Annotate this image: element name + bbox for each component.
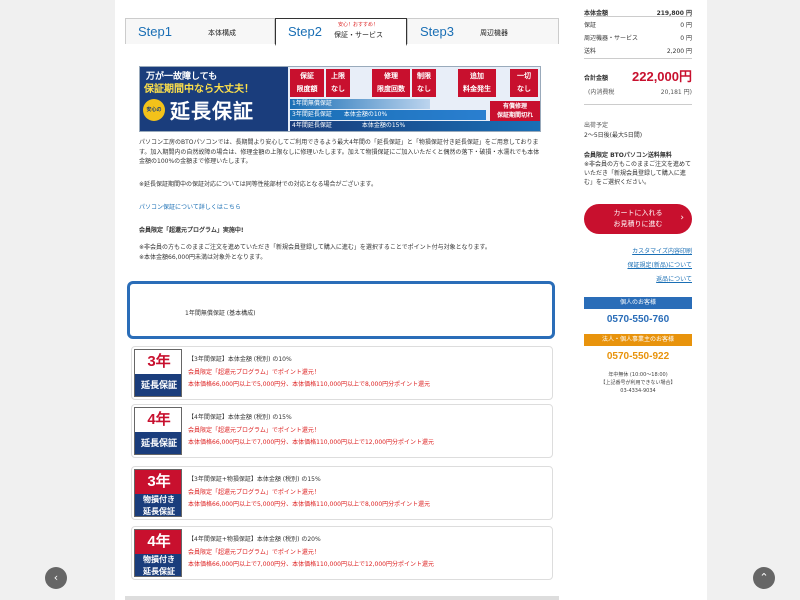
member-heading: 会員限定「超還元プログラム」実施中!	[139, 227, 244, 234]
warranty-details-link[interactable]: パソコン保証について詳しくはこちら	[139, 202, 241, 211]
warranty-option-3yr[interactable]: 3年 延長保証 【3年間保証】本体金額 (税別) の10% 会員限定「超還元プロ…	[131, 346, 553, 400]
banner-badge-4: 制限 なし	[412, 69, 436, 97]
contact-personal-header: 個人のお客様	[584, 297, 692, 309]
warranty-option-4yr-damage[interactable]: 4年 物損付き 延長保証 【4年間保証+物損保証】本体金額 (税別) の20% 会…	[131, 526, 553, 580]
banner-bar-3: 4年間延長保証 本体金額の15%	[290, 121, 540, 131]
option-points: 本体価格66,000円以上で7,000円分、本体価格110,000円以上で12,…	[188, 561, 434, 568]
option-default-label: 1年間無償保証 (基本構成)	[185, 310, 256, 317]
banner-main-title: 延長保証	[170, 99, 254, 123]
price-sidebar: 本体金額 219,800 円 保証 0 円 周辺機器・サービス 0 円 送料 2,200…	[584, 0, 692, 600]
divider	[584, 104, 692, 105]
tab-step2-label: 保証・サービス	[334, 31, 383, 39]
ship-label: 出荷予定	[584, 122, 609, 129]
warranty-4yr-image: 4年 延長保証	[134, 407, 182, 455]
price-row-warranty: 保証 0 円	[584, 22, 692, 29]
banner-safe-badge: 安心の	[143, 99, 165, 121]
main-content: Step1 本体構成 Step2 安心！おすすめ！ 保証・サービス Step3 …	[125, 0, 559, 600]
option-promo: 会員限定「超還元プログラム」でポイント還元！	[188, 369, 320, 376]
option-promo: 会員限定「超還元プログラム」でポイント還元！	[188, 549, 320, 556]
option-points: 本体価格66,000円以上で5,000円分、本体価格110,000円以上で8,0…	[188, 381, 431, 388]
minimum-note: ※本体金額66,000円未満は対象外となります。	[139, 254, 267, 261]
chevron-right-icon: ›	[680, 213, 684, 223]
warranty-banner: 万が一故障しても 保証期間中なら大丈夫！ 安心の 延長保証 保証 限度額 上限 なし…	[139, 66, 541, 132]
warranty-3yr-damage-image: 3年 物損付き 延長保証	[134, 469, 182, 517]
banner-bar-2: 3年間延長保証 本体金額の10%	[290, 110, 486, 120]
banner-badge-3: 修理 限度回数	[372, 69, 410, 97]
warranty-terms-link[interactable]: 保証規定(新品)について	[627, 260, 692, 269]
hours-text: 年中無休 (10:00～18:00)	[608, 372, 668, 378]
option-title: 【3年間保証】本体金額 (税別) の10%	[188, 356, 292, 363]
warranty-3yr-image: 3年 延長保証	[134, 349, 182, 397]
tax-label: (内消費税	[588, 89, 615, 96]
option-title: 【3年間保証+物損保証】本体金額 (税別) の15%	[188, 476, 321, 483]
price-row-shipping: 送料 2,200 円	[584, 48, 692, 55]
returns-link[interactable]: 返品について	[656, 274, 692, 283]
tab-step3-number: Step3	[420, 24, 454, 39]
divider	[584, 58, 692, 59]
warranty-option-3yr-damage[interactable]: 3年 物損付き 延長保証 【3年間保証+物損保証】本体金額 (税別) の15% 会…	[131, 466, 553, 520]
add-to-cart-button[interactable]: カートに入れる お見積りに進む ›	[584, 204, 692, 234]
banner-bar-1: 1年間無償保証	[290, 99, 430, 109]
option-title: 【4年間保証+物損保証】本体金額 (税別) の20%	[188, 536, 321, 543]
contact-business-header: 法人・個人事業主のお客様	[584, 334, 692, 346]
alt-number-note: 【上記番号が利用できない場合】	[600, 380, 676, 386]
option-points: 本体価格66,000円以上で5,000円分、本体価格110,000円以上で8,0…	[188, 501, 431, 508]
print-customize-link[interactable]: カスタマイズ内容印刷	[632, 246, 692, 255]
total-label: 合計金額	[584, 75, 609, 82]
note-paragraph: ※延長保証期間中の保証対応については同等性能部材での対応となる場合がございます。	[139, 181, 377, 188]
tab-step3-label: 周辺機器	[480, 29, 508, 37]
banner-line2: 保証期間中なら大丈夫！	[144, 84, 254, 95]
tab-step1-number: Step1	[138, 24, 172, 39]
price-row-peripherals: 周辺機器・サービス 0 円	[584, 35, 692, 42]
alt-number: 03-4334-9034	[620, 388, 656, 394]
total-value: 222,000円	[632, 69, 692, 84]
ship-value: 2～5日後(最大5日間)	[584, 132, 643, 139]
tax-value: 20,181 円)	[660, 89, 692, 96]
banner-badge-5: 追加 料金発生	[458, 69, 496, 97]
banner-end-box: 有償修理 保証期間切れ	[490, 101, 540, 121]
option-points: 本体価格66,000円以上で7,000円分、本体価格110,000円以上で12,…	[188, 439, 434, 446]
tab-step2-number: Step2	[288, 24, 322, 39]
option-promo: 会員限定「超還元プログラム」でポイント還元！	[188, 427, 320, 434]
intro-paragraph: パソコン工房のBTOパソコンでは、長期間より安心してご利用できるよう最大4年間の…	[139, 139, 540, 165]
banner-badge-1: 保証 限度額	[290, 69, 324, 97]
banner-badge-2: 上限 なし	[326, 69, 350, 97]
tab-step1-label: 本体構成	[208, 29, 236, 37]
bottom-divider	[125, 596, 559, 600]
banner-left-panel: 万が一故障しても 保証期間中なら大丈夫！ 安心の 延長保証	[140, 67, 288, 131]
contact-business-number[interactable]: 0570-550-922	[584, 351, 692, 362]
prev-arrow-icon[interactable]: ‹	[45, 567, 67, 589]
option-promo: 会員限定「超還元プログラム」でポイント還元！	[188, 489, 320, 496]
step-tabs: Step1 本体構成 Step2 安心！おすすめ！ 保証・サービス Step3 …	[125, 18, 559, 46]
scroll-top-icon[interactable]: ⌃	[753, 567, 775, 589]
tab-step2[interactable]: Step2 安心！おすすめ！ 保証・サービス	[275, 18, 407, 46]
banner-badge-6: 一切 なし	[510, 69, 538, 97]
tab-step1[interactable]: Step1 本体構成	[125, 18, 275, 44]
divider	[584, 16, 692, 17]
free-shipping-title: 会員限定 BTOパソコン送料無料	[584, 152, 672, 159]
tab-step2-badge: 安心！おすすめ！	[338, 22, 379, 28]
warranty-option-4yr[interactable]: 4年 延長保証 【4年間保証】本体金額 (税別) の15% 会員限定「超還元プロ…	[131, 404, 553, 458]
free-shipping-text: ※非会員の方もこのままご注文を進めていただき「新規会員登録して購入に進む」をご選…	[584, 161, 692, 186]
tab-step3[interactable]: Step3 周辺機器	[407, 18, 559, 44]
option-title: 【4年間保証】本体金額 (税別) の15%	[188, 414, 292, 421]
warranty-4yr-damage-image: 4年 物損付き 延長保証	[134, 529, 182, 577]
contact-personal-number[interactable]: 0570-550-760	[584, 314, 692, 325]
nonmember-note: ※非会員の方もこのままご注文を進めていただき「新規会員登録して購入に進む」を選択…	[139, 244, 491, 251]
warranty-option-default[interactable]: 1年間無償保証 (基本構成)	[127, 281, 555, 339]
